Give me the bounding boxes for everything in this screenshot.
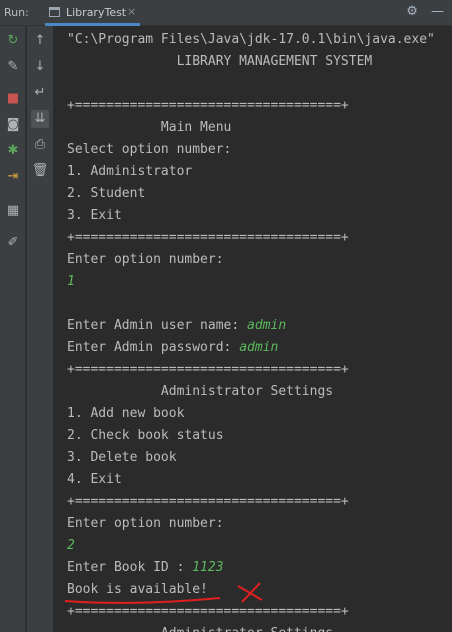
scroll-end-icon[interactable]: ⇊	[31, 110, 49, 128]
settings-icon[interactable]: ⚙	[406, 4, 418, 19]
tab-label: LibraryTest	[66, 6, 127, 19]
soft-wrap-icon[interactable]: ↵	[31, 84, 49, 102]
cross-mark	[237, 582, 263, 603]
underline-mark	[64, 597, 221, 604]
red-annotation	[64, 582, 263, 604]
run-label: Run:	[4, 6, 29, 19]
minimize-icon[interactable]: —	[431, 4, 444, 19]
camera-icon[interactable]: ◙	[4, 116, 22, 134]
console-output[interactable]: "C:\Program Files\Java\jdk-17.0.1\bin\ja…	[55, 26, 452, 632]
down-arrow-icon[interactable]: ↓	[31, 58, 49, 76]
stop-icon[interactable]: ■	[4, 90, 22, 108]
close-icon[interactable]: ×	[127, 5, 136, 18]
up-arrow-icon[interactable]: ↑	[31, 32, 49, 50]
pin-icon[interactable]: ✐	[4, 234, 22, 252]
left-toolbar: ↻ ✎ ■ ◙ ✱ ⇥ ▦ ✐	[0, 26, 26, 632]
exit-icon[interactable]: ⇥	[4, 168, 22, 186]
print-icon[interactable]: ⎙	[31, 136, 49, 154]
wrench-icon[interactable]: ✎	[4, 58, 22, 76]
tab-librarytest[interactable]: LibraryTest ×	[45, 0, 140, 26]
layout-icon[interactable]: ▦	[4, 202, 22, 220]
console-icon	[49, 7, 60, 17]
run-toolbar: Run: LibraryTest × ⚙ —	[0, 0, 452, 26]
console-toolbar: ↑ ↓ ↵ ⇊ ⎙ 🗑	[27, 26, 54, 632]
trash-icon[interactable]: 🗑	[31, 162, 49, 180]
scrollbar[interactable]	[446, 26, 452, 632]
rerun-icon[interactable]: ↻	[4, 32, 22, 50]
debug-icon[interactable]: ✱	[4, 142, 22, 160]
